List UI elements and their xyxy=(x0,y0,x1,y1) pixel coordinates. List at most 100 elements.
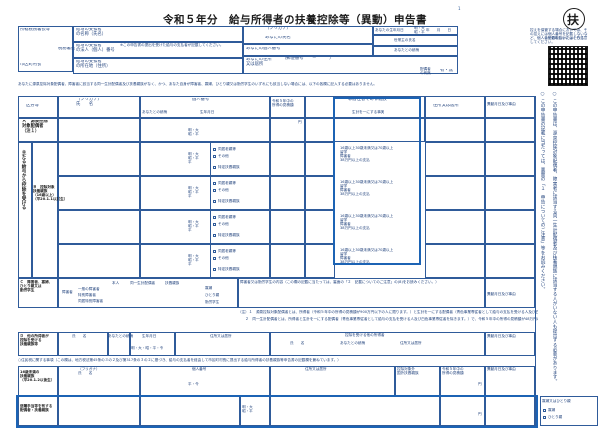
row-b-check-old-1[interactable]: 同居老親等 xyxy=(218,147,236,151)
checkbox-icon[interactable] xyxy=(213,257,216,260)
checkbox-icon[interactable] xyxy=(213,200,216,203)
applicant-birth-era: 明・大 昭・平 xyxy=(414,26,425,35)
checkbox-icon[interactable] xyxy=(213,148,216,151)
widow-title: 寡婦又はひとり親 xyxy=(542,399,571,403)
row-b-nonres-left-1[interactable] xyxy=(305,142,335,176)
checkbox-icon[interactable] xyxy=(213,250,216,253)
row-c-change: 異動月日及び事由 xyxy=(487,292,516,296)
section-d-label: Ｄ 他の所得者が 控除を受ける 扶養親族等 xyxy=(20,334,49,347)
row-b-check-special-1[interactable]: 特定扶養親族 xyxy=(218,165,240,169)
row-c-item-3[interactable]: 特別障害者 xyxy=(78,293,96,297)
qr-code-icon[interactable] xyxy=(548,46,588,86)
resident-row1-label: 16歳未満の 扶養親族 （平20.1.2以後生） xyxy=(20,370,55,383)
widow-opt-1[interactable]: 寡婦 xyxy=(548,408,555,412)
row-b-change-cell-3[interactable] xyxy=(485,210,535,244)
applicant-number-label: あなたの個人番号 xyxy=(246,47,281,51)
applicant-name-box[interactable] xyxy=(243,26,373,44)
section-d-name-col: 氏 名 xyxy=(72,334,87,338)
row-b-check-special-4[interactable]: 特定扶養親族 xyxy=(218,267,240,271)
row-b-income-cell-3[interactable] xyxy=(270,210,305,244)
checkbox-icon[interactable] xyxy=(543,409,546,412)
row-b-address-cell-1[interactable] xyxy=(425,142,485,176)
section-d-deductor-name: 氏 名 xyxy=(290,341,305,345)
row-c-header-self: 本人 xyxy=(112,281,120,285)
main-header-kana-label: （フリガナ） 氏 名 xyxy=(76,98,102,107)
resident-row1-change-col: 異動月日及び事由 xyxy=(487,367,516,371)
row-b-check-other-3[interactable]: その他 xyxy=(218,222,229,226)
row-c-note: 障害者又は勤労学生の内容（この欄の記載に当たっては、裏面の「２ 記載についてのご… xyxy=(240,280,439,284)
row-b-name-cell-2[interactable] xyxy=(58,176,140,210)
row-b-check-old-4[interactable]: 同居老親等 xyxy=(218,249,236,253)
form-title: 令和５年分 給与所得者の扶養控除等（異動）申告書 xyxy=(163,14,427,26)
row-b-income-cell-1[interactable] xyxy=(270,142,305,176)
section-d-deductor-relation: あなたとの続柄 xyxy=(340,341,366,345)
checkbox-icon[interactable] xyxy=(213,234,216,237)
row-c-item-4[interactable]: 同居特別障害者 xyxy=(78,299,103,303)
checkbox-icon[interactable] xyxy=(213,182,216,185)
qr-caption: 記載のしかたはこちら xyxy=(548,36,584,40)
checkbox-icon[interactable] xyxy=(213,223,216,226)
row-a-income-yen: 円 xyxy=(298,120,302,124)
row-c-item-7[interactable]: 勤労学生 xyxy=(205,300,219,304)
payer-address-label: 給与の支払者 の所在地（住所） xyxy=(76,60,111,69)
resident-row1-kana-col: （フリガナ） 氏 名 xyxy=(78,367,100,376)
footnote-2: ２ 同一生計配偶者とは、所得者と生計を一にする配偶者（青色事業専従者として給与の… xyxy=(245,317,538,321)
row-b-change-cell-4[interactable] xyxy=(485,244,535,278)
tax-office-label: 所轄税務署長等 xyxy=(20,28,51,32)
row-b-nonres-left-3[interactable] xyxy=(305,210,335,244)
payer-name-label: 給与の支払者 の名称（氏名） xyxy=(76,28,107,37)
row-b-check-old-3[interactable]: 同居老親等 xyxy=(218,215,236,219)
spouse-value[interactable]: 有・無 xyxy=(440,69,453,74)
notice-text: あなたに源泉控除対象配偶者、障害者に該当する同一生計配偶者及び扶養親族がなく、か… xyxy=(18,82,378,86)
row-b-change-cell-2[interactable] xyxy=(485,176,535,210)
section-d-change-col: 異動月日及び事由 xyxy=(487,334,516,338)
row-b-income-cell-2[interactable] xyxy=(270,176,305,210)
row-b-birth-era-4: 明・大 昭・平 平 xyxy=(188,254,199,267)
row-b-check-special-3[interactable]: 特定扶養親族 xyxy=(218,233,240,237)
main-header-kubun-label: 区分等 xyxy=(26,104,39,108)
row-b-address-cell-3[interactable] xyxy=(425,210,485,244)
row-b-check-other-1[interactable]: その他 xyxy=(218,154,229,158)
row-b-address-cell-4[interactable] xyxy=(425,244,485,278)
checkbox-icon[interactable] xyxy=(213,216,216,219)
main-header-birth-label: 生年月日 xyxy=(200,110,215,114)
row-c-header-dependent: 扶養親族 xyxy=(165,281,180,285)
row-c-item-6[interactable]: ひとり親 xyxy=(205,293,219,297)
resident-row1-address[interactable] xyxy=(270,366,395,396)
checkbox-icon[interactable] xyxy=(213,268,216,271)
checkbox-icon[interactable] xyxy=(213,155,216,158)
row-c-label: Ｃ 障害者、寡婦、 ひとり親又は 勤労学生 xyxy=(20,280,53,293)
row-b-change-cell-1[interactable] xyxy=(485,142,535,176)
checkbox-icon[interactable] xyxy=(213,189,216,192)
row-c-item-2[interactable]: 一般の障害者 xyxy=(78,287,100,291)
checkbox-icon[interactable] xyxy=(543,416,546,419)
row-c-item-5[interactable]: 寡婦 xyxy=(205,286,212,290)
row-b-title: 主たる給与から控除を受ける xyxy=(21,150,27,210)
row-b-check-special-2[interactable]: 特定扶養親族 xyxy=(218,199,240,203)
row-b-income-cell-4[interactable] xyxy=(270,244,305,278)
widow-opt-2[interactable]: ひとり親 xyxy=(548,415,562,419)
row-b-check-other-2[interactable]: その他 xyxy=(218,188,229,192)
row-a-name-cell[interactable] xyxy=(58,118,140,142)
row-a-change-cell[interactable] xyxy=(485,118,535,142)
nonresident-highlight xyxy=(333,97,421,265)
applicant-postal-label: （郵便番号 － ） xyxy=(282,57,334,61)
checkbox-icon[interactable] xyxy=(213,166,216,169)
row-b-name-cell-4[interactable] xyxy=(58,244,140,278)
section-d-deductor-address: 住所又は居所 xyxy=(400,341,422,345)
row-a-label: Ａ 源泉控除 対象配偶者 （注１） xyxy=(22,120,48,134)
main-header-change xyxy=(485,96,535,118)
row-b-check-other-4[interactable]: その他 xyxy=(218,256,229,260)
row-b-address-cell-2[interactable] xyxy=(425,176,485,210)
row-b-check-old-2[interactable]: 同居老親等 xyxy=(218,181,236,185)
row-c-item-1[interactable]: 障害者 xyxy=(62,290,73,294)
row-b-nonres-left-2[interactable] xyxy=(305,176,335,210)
row-b-nonres-left-4[interactable] xyxy=(305,244,335,278)
householder-label: 世帯主の氏名 xyxy=(394,38,416,42)
section-d-birth-era: 明・大・昭・平・令 xyxy=(131,346,164,350)
row-b-name-cell-3[interactable] xyxy=(58,210,140,244)
row-b-name-cell-1[interactable] xyxy=(58,142,140,176)
row-a-number-cell[interactable] xyxy=(140,118,270,142)
row-a-address-cell[interactable] xyxy=(425,118,485,142)
resident-row1-yen: 円 xyxy=(478,382,482,386)
